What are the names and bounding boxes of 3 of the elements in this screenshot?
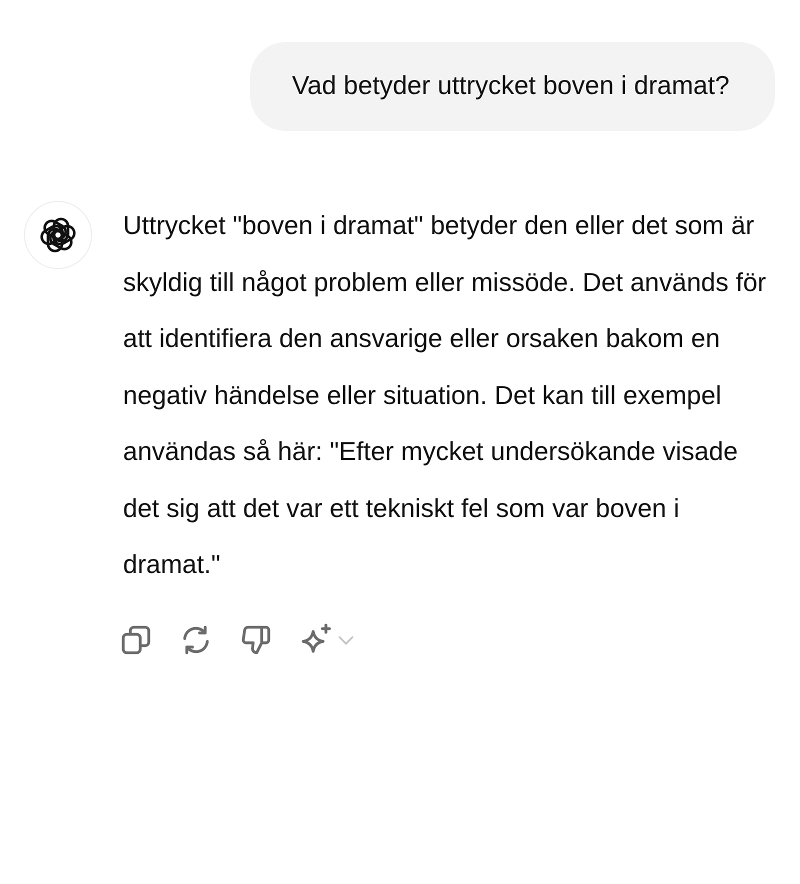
user-message: Vad betyder uttrycket boven i dramat? <box>250 42 775 131</box>
assistant-message: Uttrycket "boven i dramat" betyder den eller det som är skyldig till något problem eller missöde. Det används för att identifiera den ansvarige eller orsaken bakom en negativ händelse eller situation. Det kan till exempel användas så här: "Efter mycket undersökande visade det sig att det var ett tekniskt fel som var boven i dramat." <box>123 209 768 581</box>
knot-logo-icon <box>38 215 78 255</box>
